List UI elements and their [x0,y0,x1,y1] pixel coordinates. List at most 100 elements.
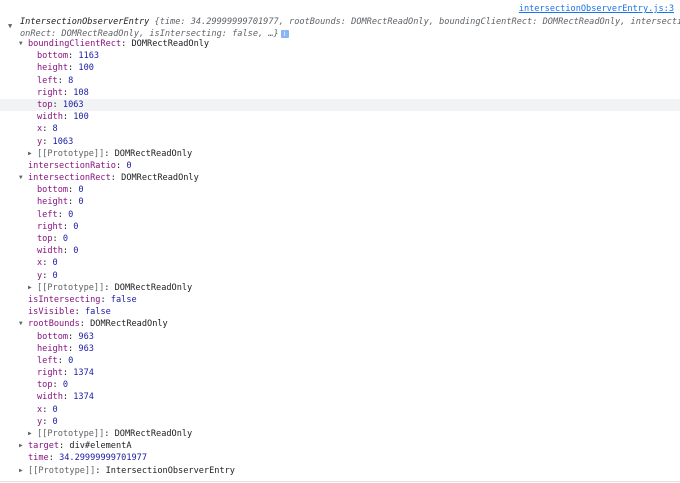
property-value: false [84,307,111,318]
key-separator: : [68,185,79,196]
property-row: right: 1374 [0,367,680,379]
property-key: height [37,343,69,354]
summary-line-1: IntersectionObserverEntry {time: 34.2999… [8,16,680,28]
key-separator: : [62,112,74,123]
property-row: right: 108 [0,87,680,99]
property-value: 100 [73,112,89,123]
property-value: 0 [78,185,84,196]
property-value: 963 [78,343,94,354]
key-separator: : [68,63,79,74]
expand-triangle-icon[interactable]: ▶ [28,428,37,440]
property-key: bottom [37,51,69,62]
property-row: y: 0 [0,270,680,282]
key-separator: : [59,441,70,452]
property-row[interactable]: ▼ intersectionRect: DOMRectReadOnly [0,172,680,184]
key-separator: : [42,258,53,269]
property-row: right: 0 [0,221,680,233]
expand-triangle-icon[interactable]: ▶ [28,282,37,294]
property-value: DOMRectReadOnly [131,39,210,49]
expand-triangle-icon[interactable]: ▶ [19,440,28,452]
key-separator: : [52,234,63,244]
property-key: bottom [37,331,69,342]
property-row[interactable]: ▶ [[Prototype]]: DOMRectReadOnly [0,282,680,294]
property-row: left: 8 [0,75,680,87]
key-separator: : [42,136,53,147]
property-row[interactable]: ▶ [[Prototype]]: DOMRectReadOnly [0,428,680,440]
property-row[interactable]: ▼ rootBounds: DOMRectReadOnly [0,318,680,330]
property-row[interactable]: ▶ target: div#elementA [0,440,680,452]
property-row: height: 100 [0,62,680,74]
property-row[interactable]: ▶ [[Prototype]]: IntersectionObserverEntr… [0,465,680,477]
info-icon[interactable]: i [280,29,289,38]
key-separator: : [95,465,106,476]
property-key: width [37,392,63,403]
collapse-triangle-icon[interactable]: ▼ [19,318,28,330]
expand-triangle-icon[interactable]: ▶ [28,148,37,160]
property-row: left: 0 [0,209,680,221]
property-value: 34.29999999701977 [59,453,148,464]
expand-toggle-icon[interactable]: ▼ [8,20,12,32]
property-key: top [37,99,53,110]
key-separator: : [79,319,91,330]
property-value: 108 [73,87,89,98]
key-separator: : [68,343,79,354]
property-value: 1063 [52,136,74,147]
property-value: 100 [78,63,94,74]
property-row: isVisible: false [0,306,680,318]
key-separator: : [104,282,115,293]
property-row[interactable]: ▶ [[Prototype]]: DOMRectReadOnly [0,148,680,160]
property-key: right [37,368,63,379]
key-separator: : [57,209,69,220]
property-key: isIntersecting [28,294,101,305]
property-value: 0 [68,355,74,366]
key-separator: : [62,368,74,379]
key-separator: : [68,197,79,208]
property-value: DOMRectReadOnly [114,429,193,439]
property-row: width: 100 [0,111,680,123]
property-key: left [37,209,58,220]
property-row: y: 1063 [0,136,680,148]
property-key: top [37,234,53,244]
property-value: 8 [52,124,58,135]
property-row: bottom: 0 [0,184,680,196]
property-key: width [37,112,63,123]
property-value: DOMRectReadOnly [114,282,193,293]
property-key: right [37,87,63,98]
key-separator: : [62,87,74,98]
expand-triangle-icon[interactable]: ▶ [19,465,28,477]
property-row: x: 8 [0,123,680,135]
property-key: left [37,75,58,86]
property-row[interactable]: ▼ boundingClientRect: DOMRectReadOnly [0,38,680,50]
key-separator: : [68,331,79,342]
key-separator: : [42,416,53,427]
property-value: 0 [52,258,58,269]
property-value: 0 [68,209,74,220]
property-value: 0 [73,221,79,232]
summary-class-name: IntersectionObserverEntry [20,17,150,27]
key-separator: : [110,173,122,184]
collapse-triangle-icon[interactable]: ▼ [19,172,28,184]
property-key: [[Prototype]] [37,282,105,293]
console-divider [0,481,680,482]
property-row: intersectionRatio: 0 [0,160,680,172]
property-value: DOMRectReadOnly [90,319,168,330]
object-summary[interactable]: ▼ IntersectionObserverEntry {time: 34.29… [8,16,680,40]
property-key: time [28,453,49,464]
key-separator: : [57,75,69,86]
key-separator: : [42,124,53,135]
collapse-triangle-icon[interactable]: ▼ [19,38,28,50]
key-separator: : [104,429,115,439]
key-separator: : [52,380,63,391]
source-file-link[interactable]: intersectionObserverEntry.js:3 [519,4,674,14]
property-row: width: 0 [0,245,680,257]
property-row: top: 1063 [0,98,680,112]
property-key: [[Prototype]] [37,429,105,439]
property-key: height [37,63,69,74]
property-key: intersectionRatio [28,160,116,171]
property-value: false [110,294,137,305]
property-row: left: 0 [0,355,680,367]
key-separator: : [115,160,127,171]
property-key: intersectionRect [28,173,111,184]
key-separator: : [52,99,63,110]
property-key: bottom [37,185,69,196]
